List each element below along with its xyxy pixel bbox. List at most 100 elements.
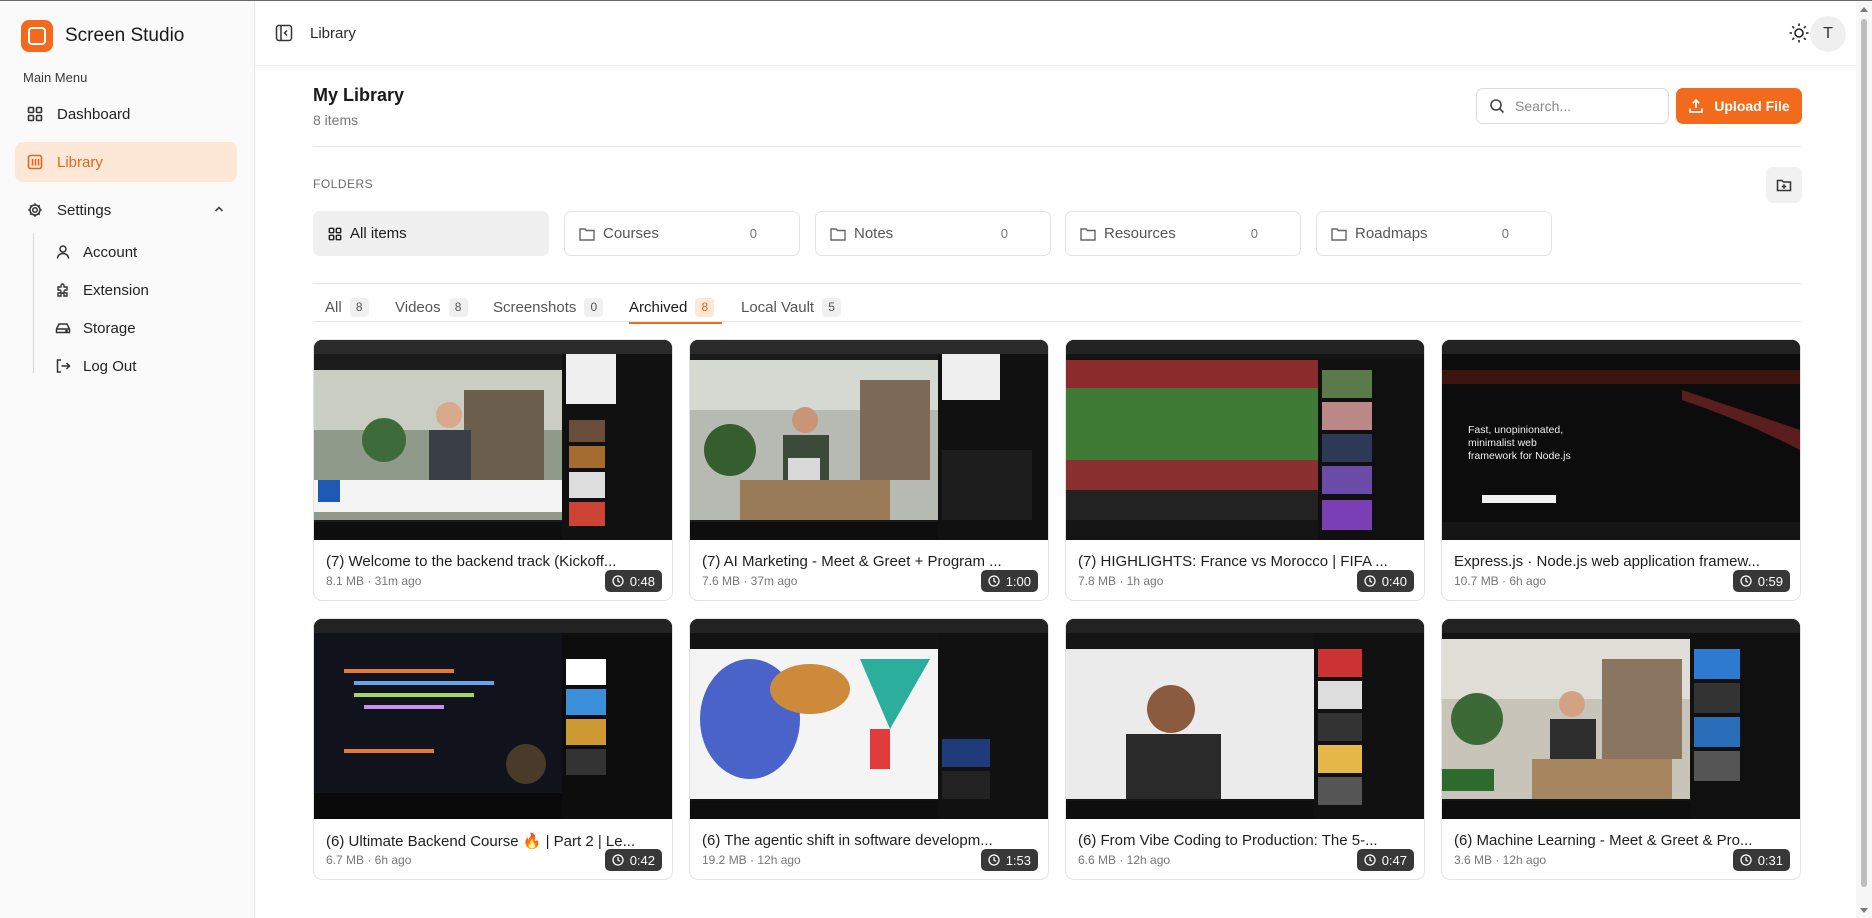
sidebar-subitem-label: Account — [83, 243, 138, 261]
video-meta: 6.7 MB · 6h ago — [326, 853, 412, 867]
sidebar-subitem-label: Log Out — [83, 357, 137, 375]
folder-roadmaps[interactable]: Roadmaps 0 — [1316, 211, 1552, 256]
duration-text: 0:48 — [629, 573, 655, 589]
page-title: My Library — [313, 85, 405, 105]
video-thumbnail — [314, 340, 672, 540]
app-window: Screen Studio Main Menu Dashboard Librar… — [0, 0, 1872, 918]
clock-icon — [1364, 575, 1376, 587]
app-name: Screen Studio — [65, 25, 185, 46]
sidebar-subitem-label: Storage — [83, 319, 136, 337]
folder-label: All items — [350, 225, 407, 242]
dashboard-grid-icon — [27, 106, 43, 122]
tab-archived[interactable]: Archived 8 — [629, 292, 723, 324]
tab-count-badge: 8 — [448, 297, 468, 317]
sidebar-item-dashboard[interactable]: Dashboard — [15, 94, 237, 134]
puzzle-icon — [55, 282, 71, 298]
video-title: (6) Ultimate Backend Course 🔥 | Part 2 |… — [326, 833, 636, 850]
tab-all[interactable]: All 8 — [325, 292, 369, 322]
sidebar-subitem-extension[interactable]: Extension — [55, 274, 149, 306]
user-icon — [55, 244, 71, 260]
video-card[interactable]: 0:47 (6) From Vibe Coding to Production:… — [1065, 618, 1425, 880]
duration-badge: 0:40 — [1356, 570, 1414, 592]
video-thumbnail — [690, 619, 1048, 819]
duration-text: 0:31 — [1757, 852, 1783, 868]
upload-button-label: Upload File — [1714, 98, 1790, 114]
video-title: (7) AI Marketing - Meet & Greet + Progra… — [702, 553, 1002, 570]
folder-count: 0 — [1501, 226, 1509, 241]
video-thumbnail — [690, 340, 1048, 540]
duration-text: 0:47 — [1381, 852, 1407, 868]
folder-label: Courses — [603, 225, 659, 242]
folder-count: 0 — [749, 226, 757, 241]
folder-label: Notes — [854, 225, 894, 242]
video-card[interactable]: Fast, unopinionated, minimalist web fram… — [1441, 339, 1801, 601]
gear-icon — [27, 202, 43, 218]
upload-icon — [1688, 98, 1704, 114]
duration-text: 0:42 — [629, 852, 655, 868]
video-card[interactable]: 0:48 (7) Welcome to the backend track (K… — [313, 339, 673, 601]
video-meta: 7.8 MB · 1h ago — [1078, 574, 1164, 588]
video-card[interactable]: 0:42 (6) Ultimate Backend Course 🔥 | Par… — [313, 618, 673, 880]
video-meta: 3.6 MB · 12h ago — [1454, 853, 1547, 867]
folder-label: Resources — [1104, 225, 1176, 242]
search-input[interactable] — [1515, 98, 1655, 114]
video-card[interactable]: 1:00 (7) AI Marketing - Meet & Greet + P… — [689, 339, 1049, 601]
duration-badge: 0:48 — [604, 570, 662, 592]
sidebar-item-label: Dashboard — [57, 105, 131, 123]
avatar[interactable]: T — [1810, 16, 1846, 52]
tab-label: All — [325, 298, 342, 316]
tab-count-badge: 8 — [349, 297, 369, 317]
new-folder-button[interactable] — [1766, 167, 1802, 203]
active-tab-underline — [629, 322, 723, 324]
sidebar-subitem-logout[interactable]: Log Out — [55, 350, 136, 382]
tab-bar: All 8 Videos 8 Screenshots 0 Archived 8 … — [313, 284, 1801, 324]
search-box[interactable] — [1476, 88, 1669, 124]
tab-local-vault[interactable]: Local Vault 5 — [741, 292, 842, 322]
tab-screenshots[interactable]: Screenshots 0 — [493, 292, 604, 322]
grid-icon — [328, 227, 342, 241]
folder-count: 0 — [1250, 226, 1258, 241]
video-card[interactable]: 0:31 (6) Machine Learning - Meet & Greet… — [1441, 618, 1801, 880]
scroll-down-arrow-icon[interactable] — [1860, 908, 1868, 913]
app-logo-icon — [21, 20, 53, 52]
tab-label: Local Vault — [741, 298, 815, 316]
search-icon — [1489, 98, 1505, 114]
express-tagline: Fast, unopinionated, minimalist web fram… — [1468, 424, 1571, 462]
sidebar-toggle-icon[interactable] — [275, 24, 293, 42]
folder-icon — [579, 227, 595, 241]
folder-all-items[interactable]: All items — [313, 211, 549, 256]
folder-resources[interactable]: Resources 0 — [1065, 211, 1301, 256]
tab-videos[interactable]: Videos 8 — [395, 292, 468, 322]
duration-badge: 0:31 — [1732, 849, 1790, 871]
video-card[interactable]: 0:40 (7) HIGHLIGHTS: France vs Morocco |… — [1065, 339, 1425, 601]
chevron-up-icon[interactable] — [213, 203, 225, 215]
folder-label: Roadmaps — [1355, 225, 1428, 242]
sidebar-subitem-account[interactable]: Account — [55, 236, 137, 268]
tab-label: Videos — [395, 298, 441, 316]
scrollbar-thumb[interactable] — [1861, 19, 1867, 887]
scroll-up-arrow-icon[interactable] — [1860, 7, 1868, 12]
brand[interactable]: Screen Studio — [21, 20, 184, 52]
video-card[interactable]: 1:53 (6) The agentic shift in software d… — [689, 618, 1049, 880]
folder-courses[interactable]: Courses 0 — [564, 211, 800, 256]
video-meta: 7.6 MB · 37m ago — [702, 574, 798, 588]
tab-label: Archived — [629, 298, 688, 316]
breadcrumb: Library — [310, 25, 356, 42]
upload-file-button[interactable]: Upload File — [1676, 88, 1802, 124]
sidebar-item-library[interactable]: Library — [15, 142, 237, 182]
tab-count-badge: 5 — [822, 297, 842, 317]
storage-drive-icon — [55, 320, 71, 336]
video-title: (7) Welcome to the backend track (Kickof… — [326, 553, 617, 570]
sidebar-subitem-storage[interactable]: Storage — [55, 312, 136, 344]
video-thumbnail — [314, 619, 672, 819]
sun-theme-toggle-icon[interactable] — [1788, 22, 1810, 44]
item-count: 8 items — [313, 112, 359, 128]
sidebar-item-settings[interactable]: Settings — [15, 190, 237, 230]
folder-plus-icon — [1776, 177, 1792, 193]
duration-badge: 0:59 — [1732, 570, 1790, 592]
duration-badge: 1:53 — [980, 849, 1038, 871]
folder-count: 0 — [1000, 226, 1008, 241]
vertical-scrollbar[interactable] — [1856, 1, 1872, 918]
video-meta: 19.2 MB · 12h ago — [702, 853, 801, 867]
folder-notes[interactable]: Notes 0 — [815, 211, 1051, 256]
